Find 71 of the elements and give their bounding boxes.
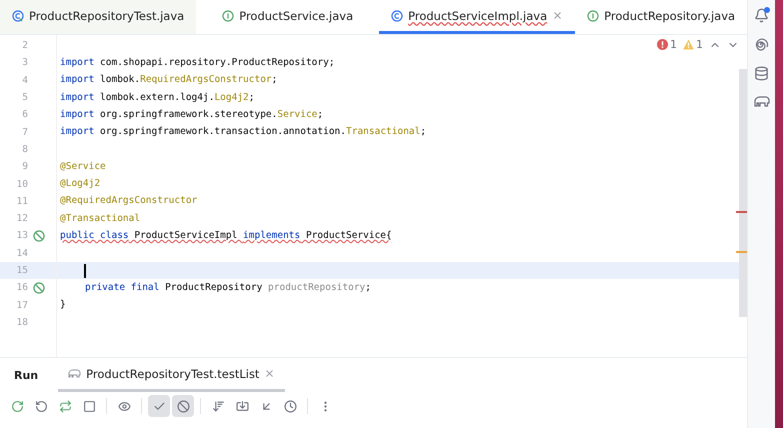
line-number: 6 (21, 109, 28, 120)
interface-icon (222, 10, 234, 22)
import-icon (236, 400, 248, 412)
error-icon (657, 39, 668, 50)
rerun-icon (10, 400, 24, 412)
line-number: 2 (21, 40, 28, 52)
notifications-icon[interactable] (754, 8, 769, 23)
warning-icon (683, 39, 694, 50)
editor-tab[interactable]: ProductRepository.java (575, 0, 748, 34)
line-number: 7 (21, 126, 28, 138)
line-number: 5 (21, 92, 28, 104)
code-line: private final ProductRepository productRepository; (85, 282, 371, 295)
line-number: 16 (16, 282, 28, 294)
code-line: import org.springframework.stereotype.Service; (60, 108, 324, 122)
code-line: import lombok.extern.log4j.Log4j2; (60, 92, 254, 105)
blocked-circle-button[interactable] (172, 395, 194, 417)
eye-icon (118, 400, 130, 412)
tab-label: ProductRepository.java (604, 8, 736, 24)
warning-marker[interactable] (736, 251, 747, 253)
code-line: public class ProductServiceImpl implements ProductService{ (60, 230, 392, 243)
scrollbar-track[interactable] (739, 69, 747, 317)
editor-tab[interactable]: ProductService.java (210, 0, 366, 34)
line-number: 12 (16, 213, 28, 224)
loop-icon (58, 400, 72, 412)
error-marker[interactable] (736, 211, 747, 213)
line-number: 8 (21, 144, 28, 155)
elephant-icon (68, 368, 82, 379)
sort-icon (212, 400, 224, 412)
code-line: @RequiredArgsConstructor (60, 195, 198, 208)
line-number: 14 (16, 248, 28, 259)
panel-title: Run (14, 368, 38, 382)
code-line: @Transactional (60, 212, 140, 226)
code-line: import com.shopapi.repository.ProductRepository; (60, 56, 335, 70)
check-button[interactable] (148, 395, 170, 417)
error-count[interactable]: 1 (657, 38, 677, 51)
text-caret (84, 264, 86, 278)
check-icon (152, 400, 166, 412)
class-icon (391, 10, 404, 22)
database-icon[interactable] (754, 66, 769, 81)
elephant-icon[interactable] (754, 95, 770, 108)
editor-tab[interactable]: ProductRepositoryTest.java (0, 0, 196, 34)
clock-icon (284, 400, 296, 412)
line-number: 13 (16, 230, 28, 242)
code-line: import lombok.RequiredArgsConstructor; (60, 74, 278, 88)
line-number: 4 (21, 74, 28, 86)
code-line: } (60, 299, 66, 312)
tab-label: ProductService.java (239, 8, 354, 24)
code-line: @Log4j2 (60, 178, 100, 192)
line-number: 15 (16, 265, 28, 276)
spiral-icon[interactable] (754, 37, 769, 52)
interface-icon (587, 10, 600, 22)
close-icon[interactable] (264, 368, 276, 379)
run-tab[interactable]: ProductRepositoryTest.testList (58, 358, 286, 392)
tab-label: ProductServiceImpl.java (408, 8, 548, 24)
line-number: 3 (21, 57, 28, 68)
warning-count[interactable]: 1 (683, 38, 703, 51)
close-icon[interactable] (552, 10, 564, 21)
blocked-circle-icon (176, 400, 190, 412)
tab-label: ProductRepositoryTest.java (29, 8, 184, 24)
line-number: 18 (16, 316, 28, 328)
stop-icon (82, 400, 96, 412)
line-number: 9 (21, 161, 28, 172)
notification-dot (764, 7, 770, 13)
line-number: 17 (16, 300, 28, 311)
class-icon (12, 10, 24, 22)
line-number: 11 (16, 196, 28, 207)
line-number: 10 (16, 178, 28, 190)
rerun-failed-icon (34, 400, 48, 412)
code-line: @Service (60, 160, 106, 174)
editor-tab[interactable]: ProductServiceImpl.java (379, 0, 576, 34)
code-line: import org.springframework.transaction.annotation.Transactional; (60, 126, 426, 140)
